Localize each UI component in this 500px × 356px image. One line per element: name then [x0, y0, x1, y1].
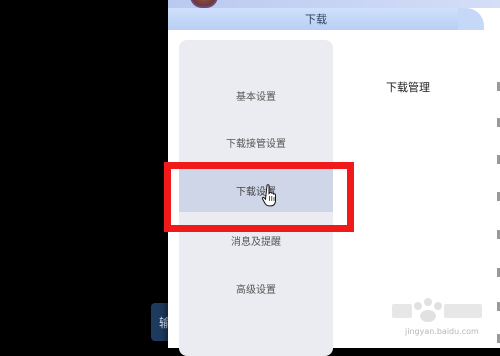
sidebar-item-basic[interactable]: 基本设置 [179, 73, 333, 117]
tab-download[interactable]: 下载 [168, 8, 464, 30]
tab-download-label: 下载 [305, 13, 327, 26]
sidebar-item-advanced[interactable]: 高级设置 [179, 266, 333, 310]
hand-pointer-icon [262, 184, 276, 207]
highlight-box [164, 162, 354, 232]
window-topbar [168, 0, 500, 8]
tab-corner [458, 8, 500, 30]
sidebar-item-label: 下载接管设置 [226, 138, 286, 150]
watermark-url: jingyan.baidu.com [405, 327, 479, 336]
sidebar-item-download-takeover[interactable]: 下载接管设置 [179, 120, 333, 164]
sidebar-item-label: 消息及提醒 [231, 236, 281, 248]
background-desktop [0, 0, 168, 348]
section-title: 下载管理 [386, 81, 430, 94]
sidebar-item-label: 高级设置 [236, 284, 276, 296]
sidebar-item-label: 基本设置 [236, 91, 276, 103]
